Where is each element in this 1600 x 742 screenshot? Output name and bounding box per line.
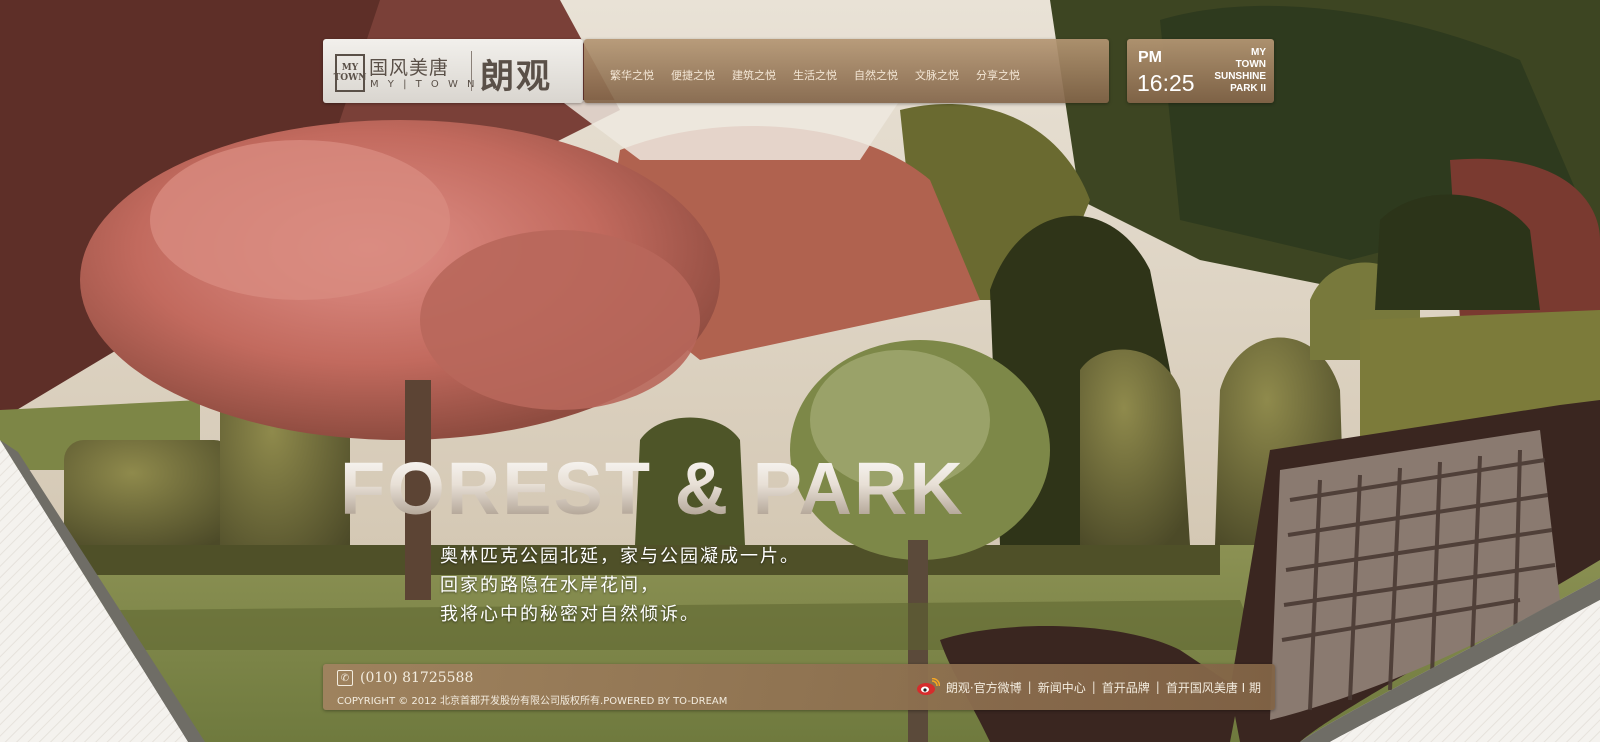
link-official-weibo[interactable]: 朗观·官方微博 (946, 679, 1022, 696)
footer-bar: ✆ (010) 81725588 COPYRIGHT © 2012 北京首都开发… (323, 664, 1275, 710)
link-separator: | (1155, 680, 1160, 694)
clock-tag-line: PARK II (1230, 83, 1266, 94)
nav-item-wenmai[interactable]: 文脉之悦 (915, 67, 959, 83)
weibo-icon[interactable] (916, 678, 940, 696)
link-phase-one[interactable]: 首开国风美唐 I 期 (1166, 679, 1261, 696)
copyright-text: COPYRIGHT © 2012 北京首都开发股份有限公司版权所有.POWERE… (337, 696, 728, 707)
hero-tagline: 奥林匹克公园北延，家与公园凝成一片。 回家的路隐在水岸花间， 我将心中的秘密对自… (440, 542, 800, 629)
phone-number: (010) 81725588 (360, 670, 474, 686)
hero-line: 回家的路隐在水岸花间， (440, 575, 660, 596)
logo-divider (471, 51, 472, 91)
hero-line: 奥林匹克公园北延，家与公园凝成一片。 (440, 546, 800, 567)
nav-item-fenxiang[interactable]: 分享之悦 (976, 67, 1020, 83)
logo-panel[interactable]: MY TOWN 国风美唐 M Y | T O W N 朗观 (323, 39, 583, 103)
hero-title: FOREST & PARK (340, 447, 965, 530)
park-scene-illustration (0, 0, 1600, 742)
clock-widget: PM 16:25 MY TOWN SUNSHINE PARK II (1127, 39, 1274, 103)
nav-item-fanhua[interactable]: 繁华之悦 (610, 67, 654, 83)
logo-chinese-name: 国风美唐 (369, 57, 450, 79)
footer-links: 朗观·官方微博 | 新闻中心 | 首开品牌 | 首开国风美唐 I 期 (916, 678, 1261, 696)
clock-tag-line: TOWN (1235, 59, 1266, 70)
background-photo-park (0, 0, 1600, 742)
nav-item-jianzhu[interactable]: 建筑之悦 (732, 67, 776, 83)
link-brand[interactable]: 首开品牌 (1102, 679, 1150, 696)
logo-english-name: M Y | T O W N (370, 79, 478, 90)
clock-time: 16:25 (1137, 70, 1195, 96)
link-separator: | (1027, 680, 1032, 694)
clock-ampm: PM (1138, 49, 1162, 66)
nav-item-bianjie[interactable]: 便捷之悦 (671, 67, 715, 83)
phone-icon: ✆ (337, 670, 353, 686)
link-separator: | (1091, 680, 1096, 694)
link-news-center[interactable]: 新闻中心 (1038, 679, 1086, 696)
clock-tag-line: MY (1251, 47, 1266, 58)
nav-item-shenghuo[interactable]: 生活之悦 (793, 67, 837, 83)
hero-line: 我将心中的秘密对自然倾诉。 (440, 604, 700, 625)
logo-brand-name: 朗观 (480, 57, 552, 97)
phone-row: ✆ (010) 81725588 (337, 670, 473, 686)
nav-item-ziran[interactable]: 自然之悦 (854, 67, 898, 83)
main-navigation: 繁华之悦 便捷之悦 建筑之悦 生活之悦 自然之悦 文脉之悦 分享之悦 (584, 39, 1109, 103)
clock-tag-line: SUNSHINE (1214, 71, 1266, 82)
logo-mark-icon: MY TOWN (334, 54, 366, 92)
clock-project-tag: MY TOWN SUNSHINE PARK II (1214, 47, 1266, 95)
